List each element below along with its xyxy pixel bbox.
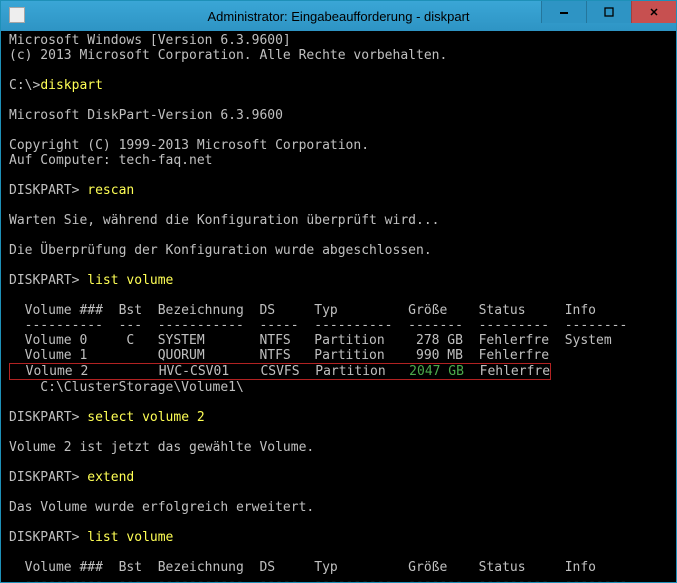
size-highlight: 2047 GB — [409, 364, 464, 379]
prompt: DISKPART> — [9, 410, 87, 425]
table-header: Volume ### Bst Bezeichnung DS Typ Größe … — [9, 560, 596, 575]
window-title: Administrator: Eingabeaufforderung - dis… — [207, 9, 469, 24]
prompt: DISKPART> — [9, 183, 87, 198]
table-divider: ---------- --- ----------- ----- -------… — [9, 575, 627, 582]
command-text: extend — [87, 470, 134, 485]
table-header: Volume ### Bst Bezeichnung DS Typ Größe … — [9, 303, 596, 318]
output-line: Copyright (C) 1999-2013 Microsoft Corpor… — [9, 138, 369, 153]
terminal-area[interactable]: Microsoft Windows [Version 6.3.9600] (c)… — [1, 31, 676, 582]
output-line: Die Überprüfung der Konfiguration wurde … — [9, 243, 432, 258]
minimize-button[interactable] — [541, 1, 586, 23]
table-row: Fehlerfre — [464, 364, 550, 379]
prompt: C:\> — [9, 78, 40, 93]
output-line: Warten Sie, während die Konfiguration üb… — [9, 213, 439, 228]
prompt: DISKPART> — [9, 470, 87, 485]
output-line: (c) 2013 Microsoft Corporation. Alle Rec… — [9, 48, 447, 63]
table-row-path: C:\ClusterStorage\Volume1\ — [9, 380, 244, 395]
output-line: Auf Computer: tech-faq.net — [9, 153, 213, 168]
output-line: Microsoft Windows [Version 6.3.9600] — [9, 33, 291, 48]
table-row: Volume 2 HVC-CSV01 CSVFS Partition — [10, 364, 409, 379]
command-text: list volume — [87, 530, 173, 545]
command-text: diskpart — [40, 78, 103, 93]
prompt: DISKPART> — [9, 530, 87, 545]
table-row: Volume 1 QUORUM NTFS Partition 990 MB Fe… — [9, 348, 549, 363]
output-line: Volume 2 ist jetzt das gewählte Volume. — [9, 440, 314, 455]
command-text: select volume 2 — [87, 410, 204, 425]
output-line: Microsoft DiskPart-Version 6.3.9600 — [9, 108, 283, 123]
command-prompt-window: Administrator: Eingabeaufforderung - dis… — [0, 0, 677, 583]
output-line: Das Volume wurde erfolgreich erweitert. — [9, 500, 314, 515]
close-button[interactable] — [631, 1, 676, 23]
cmd-icon — [9, 7, 25, 23]
command-text: rescan — [87, 183, 134, 198]
prompt: DISKPART> — [9, 273, 87, 288]
titlebar[interactable]: Administrator: Eingabeaufforderung - dis… — [1, 1, 676, 31]
table-divider: ---------- --- ----------- ----- -------… — [9, 318, 627, 333]
table-row: Volume 0 C SYSTEM NTFS Partition 278 GB … — [9, 333, 612, 348]
maximize-button[interactable] — [586, 1, 631, 23]
window-controls — [541, 1, 676, 23]
command-text: list volume — [87, 273, 173, 288]
highlight-row: Volume 2 HVC-CSV01 CSVFS Partition 2047 … — [9, 363, 551, 380]
